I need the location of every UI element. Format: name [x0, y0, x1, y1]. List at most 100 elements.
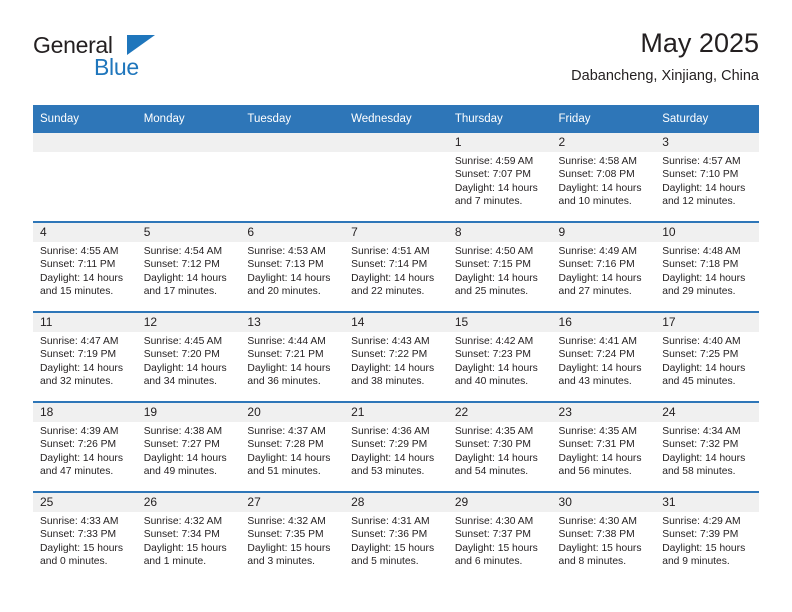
daylight-text-line1: Daylight: 14 hours	[454, 182, 538, 194]
sunrise-text: Sunrise: 4:43 AM	[351, 336, 430, 347]
day-details: Sunrise: 4:45 AM Sunset: 7:20 PM Daylight:…	[137, 332, 241, 389]
calendar-day-cell[interactable]: 31 Sunrise: 4:29 AM Sunset: 7:39 PM Dayligh…	[655, 491, 759, 581]
calendar-day-cell[interactable]: 11 Sunrise: 4:47 AM Sunset: 7:19 PM Dayligh…	[33, 311, 137, 402]
day-number: 12	[136, 313, 241, 332]
daylight-text-line1: Daylight: 14 hours	[143, 362, 227, 374]
daylight-text-line1: Daylight: 14 hours	[454, 272, 538, 284]
sunrise-text: Sunrise: 4:53 AM	[247, 246, 326, 257]
sunrise-text: Sunrise: 4:41 AM	[558, 336, 637, 347]
calendar-day-cell[interactable]: 26 Sunrise: 4:32 AM Sunset: 7:34 PM Dayligh…	[136, 491, 241, 581]
sunset-text: Sunset: 7:07 PM	[454, 169, 531, 181]
calendar-day-cell[interactable]: 13 Sunrise: 4:44 AM Sunset: 7:21 PM Dayligh…	[240, 311, 345, 402]
day-number: 22	[447, 403, 552, 422]
calendar-day-cell[interactable]: 5 Sunrise: 4:54 AM Sunset: 7:12 PM Daylight…	[136, 221, 241, 312]
page-subtitle-location: Dabancheng, Xinjiang, China	[571, 68, 759, 85]
sunrise-text: Sunrise: 4:36 AM	[351, 426, 430, 437]
calendar-day-cell[interactable]: 27 Sunrise: 4:32 AM Sunset: 7:35 PM Dayligh…	[240, 491, 345, 581]
general-blue-logo[interactable]: General Blue	[33, 34, 163, 82]
calendar-day-cell[interactable]: 12 Sunrise: 4:45 AM Sunset: 7:20 PM Dayligh…	[136, 311, 241, 402]
calendar-day-cell[interactable]: 10 Sunrise: 4:48 AM Sunset: 7:18 PM Dayligh…	[655, 221, 759, 312]
day-details: Sunrise: 4:39 AM Sunset: 7:26 PM Daylight:…	[33, 422, 137, 479]
day-number: 2	[551, 133, 656, 152]
calendar-day-cell[interactable]: 16 Sunrise: 4:41 AM Sunset: 7:24 PM Dayligh…	[551, 311, 656, 402]
calendar-day-cell[interactable]: 29 Sunrise: 4:30 AM Sunset: 7:37 PM Dayligh…	[447, 491, 552, 581]
calendar-day-cell[interactable]: 20 Sunrise: 4:37 AM Sunset: 7:28 PM Dayligh…	[240, 401, 345, 492]
calendar-day-cell[interactable]: 9 Sunrise: 4:49 AM Sunset: 7:16 PM Daylight…	[551, 221, 656, 312]
day-details: Sunrise: 4:53 AM Sunset: 7:13 PM Daylight:…	[240, 242, 344, 299]
calendar-day-cell[interactable]: 8 Sunrise: 4:50 AM Sunset: 7:15 PM Daylight…	[447, 221, 552, 312]
daylight-text-line1: Daylight: 14 hours	[662, 452, 746, 464]
daylight-text-line2: and 54 minutes.	[454, 466, 529, 478]
daylight-text-line2: and 56 minutes.	[558, 466, 632, 478]
daylight-text-line1: Daylight: 14 hours	[351, 452, 435, 464]
day-details: Sunrise: 4:47 AM Sunset: 7:19 PM Daylight:…	[33, 332, 137, 389]
calendar-day-cell[interactable]: 28 Sunrise: 4:31 AM Sunset: 7:36 PM Dayligh…	[344, 491, 448, 581]
calendar-day-cell[interactable]: 15 Sunrise: 4:42 AM Sunset: 7:23 PM Dayligh…	[447, 311, 552, 402]
day-number: 19	[136, 403, 241, 422]
day-details: Sunrise: 4:38 AM Sunset: 7:27 PM Daylight:…	[137, 422, 241, 479]
day-number	[344, 133, 448, 152]
day-details: Sunrise: 4:49 AM Sunset: 7:16 PM Daylight:…	[552, 242, 656, 299]
calendar-day-cell[interactable]: 23 Sunrise: 4:35 AM Sunset: 7:31 PM Dayligh…	[551, 401, 656, 492]
weekday-header-thursday: Thursday	[447, 105, 552, 133]
day-number: 10	[655, 223, 759, 242]
calendar-day-cell[interactable]: 30 Sunrise: 4:30 AM Sunset: 7:38 PM Dayligh…	[551, 491, 656, 581]
sunset-text: Sunset: 7:29 PM	[351, 439, 428, 451]
day-cell-inner: 10 Sunrise: 4:48 AM Sunset: 7:18 PM Dayligh…	[655, 223, 759, 311]
day-number: 6	[240, 223, 345, 242]
calendar-day-cell[interactable]: 25 Sunrise: 4:33 AM Sunset: 7:33 PM Dayligh…	[33, 491, 137, 581]
daylight-text-line1: Daylight: 14 hours	[662, 182, 746, 194]
day-details: Sunrise: 4:54 AM Sunset: 7:12 PM Daylight:…	[137, 242, 241, 299]
calendar-day-cell[interactable]: 3 Sunrise: 4:57 AM Sunset: 7:10 PM Daylight…	[655, 133, 759, 222]
calendar-grid: Sunday Monday Tuesday Wednesday Thursday…	[33, 105, 759, 581]
daylight-text-line1: Daylight: 14 hours	[40, 362, 123, 374]
day-number: 15	[447, 313, 552, 332]
sunset-text: Sunset: 7:23 PM	[454, 349, 531, 361]
calendar-day-cell[interactable]: 22 Sunrise: 4:35 AM Sunset: 7:30 PM Dayligh…	[447, 401, 552, 492]
calendar-day-cell[interactable]: 24 Sunrise: 4:34 AM Sunset: 7:32 PM Dayligh…	[655, 401, 759, 492]
daylight-text-line1: Daylight: 14 hours	[662, 362, 746, 374]
sunrise-text: Sunrise: 4:59 AM	[454, 156, 534, 167]
day-cell-inner: 17 Sunrise: 4:40 AM Sunset: 7:25 PM Dayligh…	[655, 313, 759, 401]
daylight-text-line2: and 12 minutes.	[662, 196, 736, 208]
sunset-text: Sunset: 7:37 PM	[454, 529, 531, 541]
calendar-day-cell[interactable]: 19 Sunrise: 4:38 AM Sunset: 7:27 PM Dayligh…	[136, 401, 241, 492]
calendar-day-cell[interactable]: 6 Sunrise: 4:53 AM Sunset: 7:13 PM Daylight…	[240, 221, 345, 312]
calendar-day-cell[interactable]: 18 Sunrise: 4:39 AM Sunset: 7:26 PM Dayligh…	[33, 401, 137, 492]
sunset-text: Sunset: 7:22 PM	[351, 349, 428, 361]
day-details: Sunrise: 4:50 AM Sunset: 7:15 PM Daylight:…	[448, 242, 552, 299]
calendar-day-cell[interactable]: 21 Sunrise: 4:36 AM Sunset: 7:29 PM Dayligh…	[344, 401, 448, 492]
day-cell-inner: 5 Sunrise: 4:54 AM Sunset: 7:12 PM Daylight…	[136, 223, 241, 311]
day-cell-inner: 31 Sunrise: 4:29 AM Sunset: 7:39 PM Dayligh…	[655, 493, 759, 581]
calendar-day-cell[interactable]: 7 Sunrise: 4:51 AM Sunset: 7:14 PM Daylight…	[344, 221, 448, 312]
day-cell-inner: 29 Sunrise: 4:30 AM Sunset: 7:37 PM Dayligh…	[447, 493, 552, 581]
calendar-day-cell[interactable]: 1 Sunrise: 4:59 AM Sunset: 7:07 PM Daylight…	[447, 133, 552, 222]
calendar-day-cell[interactable]: 4 Sunrise: 4:55 AM Sunset: 7:11 PM Daylight…	[33, 221, 137, 312]
daylight-text-line1: Daylight: 14 hours	[454, 362, 538, 374]
daylight-text-line2: and 1 minute.	[143, 556, 207, 568]
calendar-day-cell-empty	[240, 133, 345, 222]
day-cell-inner: 8 Sunrise: 4:50 AM Sunset: 7:15 PM Daylight…	[447, 223, 552, 311]
day-cell-inner: 1 Sunrise: 4:59 AM Sunset: 7:07 PM Daylight…	[447, 133, 552, 221]
day-details: Sunrise: 4:48 AM Sunset: 7:18 PM Daylight:…	[655, 242, 759, 299]
calendar-day-cell-empty	[136, 133, 241, 222]
daylight-text-line1: Daylight: 15 hours	[351, 542, 435, 554]
day-details: Sunrise: 4:31 AM Sunset: 7:36 PM Daylight:…	[344, 512, 448, 569]
calendar-day-cell[interactable]: 17 Sunrise: 4:40 AM Sunset: 7:25 PM Dayligh…	[655, 311, 759, 402]
sunrise-text: Sunrise: 4:32 AM	[143, 516, 223, 527]
sunset-text: Sunset: 7:36 PM	[351, 529, 428, 541]
day-cell-inner: 12 Sunrise: 4:45 AM Sunset: 7:20 PM Dayligh…	[136, 313, 241, 401]
day-details: Sunrise: 4:32 AM Sunset: 7:35 PM Daylight:…	[240, 512, 344, 569]
day-number: 21	[344, 403, 448, 422]
calendar-day-cell[interactable]: 2 Sunrise: 4:58 AM Sunset: 7:08 PM Daylight…	[551, 133, 656, 222]
daylight-text-line1: Daylight: 15 hours	[40, 542, 123, 554]
sunrise-text: Sunrise: 4:34 AM	[662, 426, 741, 437]
calendar-day-cell[interactable]: 14 Sunrise: 4:43 AM Sunset: 7:22 PM Dayligh…	[344, 311, 448, 402]
calendar-day-cell-empty	[33, 133, 137, 222]
daylight-text-line1: Daylight: 15 hours	[662, 542, 746, 554]
sunrise-text: Sunrise: 4:58 AM	[558, 156, 637, 167]
sunset-text: Sunset: 7:12 PM	[143, 259, 220, 271]
weekday-header-sunday: Sunday	[33, 105, 137, 133]
daylight-text-line2: and 32 minutes.	[40, 376, 114, 388]
sunset-text: Sunset: 7:19 PM	[40, 349, 117, 361]
